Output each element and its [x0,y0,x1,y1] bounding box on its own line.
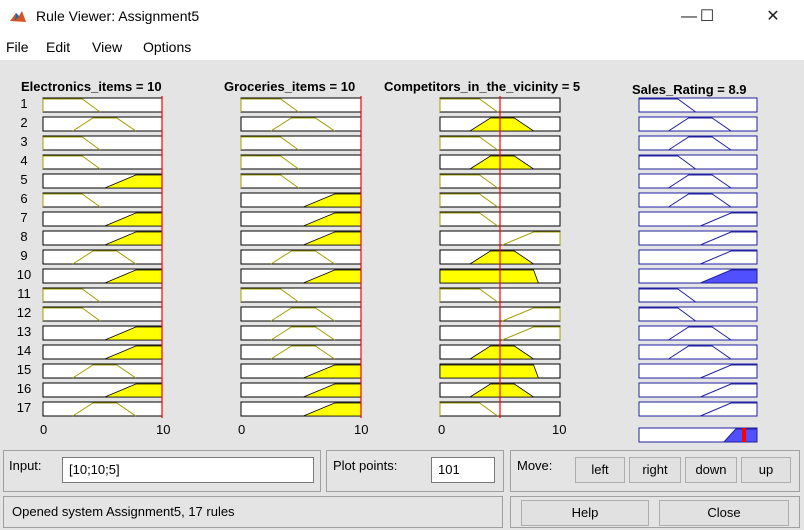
rule-input-cell [42,97,163,113]
maximize-button[interactable]: ☐ [684,0,730,34]
help-button[interactable]: Help [521,500,649,526]
menu-file[interactable]: File [6,39,29,55]
rule-plots[interactable] [0,60,804,444]
move-label: Move: [517,458,553,473]
action-panel: Help Close [510,496,800,528]
rule-input-cell [240,135,362,151]
plot-points-panel: Plot points: 101 [326,450,504,492]
rule-output-cell [638,363,758,379]
status-text: Opened system Assignment5, 17 rules [12,504,235,519]
move-panel: Move: left right down up [510,450,800,492]
input-label: Input: [9,458,42,473]
rule-output-cell [638,287,758,303]
electronics-axis-min: 0 [40,422,48,437]
rule-output-cell [638,306,758,322]
rule-output-cell [638,154,758,170]
move-up-button[interactable]: up [741,457,791,483]
rule-input-cell [42,135,163,151]
rule-output-cell [638,192,758,208]
rule-input-cell [42,116,163,132]
rule-output-cell [638,249,758,265]
close-button[interactable]: Close [659,500,789,526]
rule-output-cell [638,135,758,151]
rule-output-cell [638,382,758,398]
groceries-axis-max: 10 [354,422,369,437]
competitors-axis-max: 10 [552,422,567,437]
status-bar: Opened system Assignment5, 17 rules [3,496,503,528]
rule-input-cell [240,116,362,132]
rule-input-fill [439,364,539,379]
matlab-logo-icon [10,11,26,22]
output-value-marker [742,428,747,442]
rule-input-cell [42,249,163,265]
rule-input-cell [42,363,163,379]
rule-output-cell [638,97,758,113]
menu-view[interactable]: View [92,39,122,55]
plot-points-field[interactable]: 101 [431,457,495,483]
rule-input-cell [240,306,362,322]
competitors-axis-min: 0 [438,422,446,437]
rule-output-cell [638,401,758,417]
input-panel: Input: [10;10;5] [3,450,321,492]
rule-input-cell [42,306,163,322]
electronics-axis-max: 10 [156,422,171,437]
groceries-axis-min: 0 [238,422,246,437]
move-down-button[interactable]: down [685,457,737,483]
close-window-button[interactable]: ✕ [750,0,796,34]
move-right-button[interactable]: right [629,457,681,483]
rule-output-cell [638,173,758,189]
rule-output-cell [638,211,758,227]
menu-bar: File Edit View Options [0,34,804,60]
rule-input-cell [42,192,163,208]
rule-input-cell [240,97,362,113]
menu-options[interactable]: Options [143,39,191,55]
rule-output-cell [638,344,758,360]
move-left-button[interactable]: left [575,457,625,483]
rule-input-fill [439,269,539,284]
plot-points-label: Plot points: [333,458,398,473]
rule-output-cell [638,116,758,132]
rule-input-cell [42,154,163,170]
rule-input-cell [240,344,362,360]
menu-edit[interactable]: Edit [46,39,70,55]
input-field[interactable]: [10;10;5] [62,457,314,483]
rule-input-cell [42,287,163,303]
rule-output-cell [638,230,758,246]
window-title: Rule Viewer: Assignment5 [36,8,200,24]
rule-input-cell [240,249,362,265]
rule-plot-area: Electronics_items = 10 Groceries_items =… [0,60,804,444]
rule-input-cell [240,325,362,341]
rule-input-cell [42,401,163,417]
title-bar: Rule Viewer: Assignment5 — ☐ ✕ [0,0,804,34]
rule-input-cell [240,154,362,170]
rule-input-cell [240,287,362,303]
rule-output-cell [638,325,758,341]
rule-input-cell [240,173,362,189]
